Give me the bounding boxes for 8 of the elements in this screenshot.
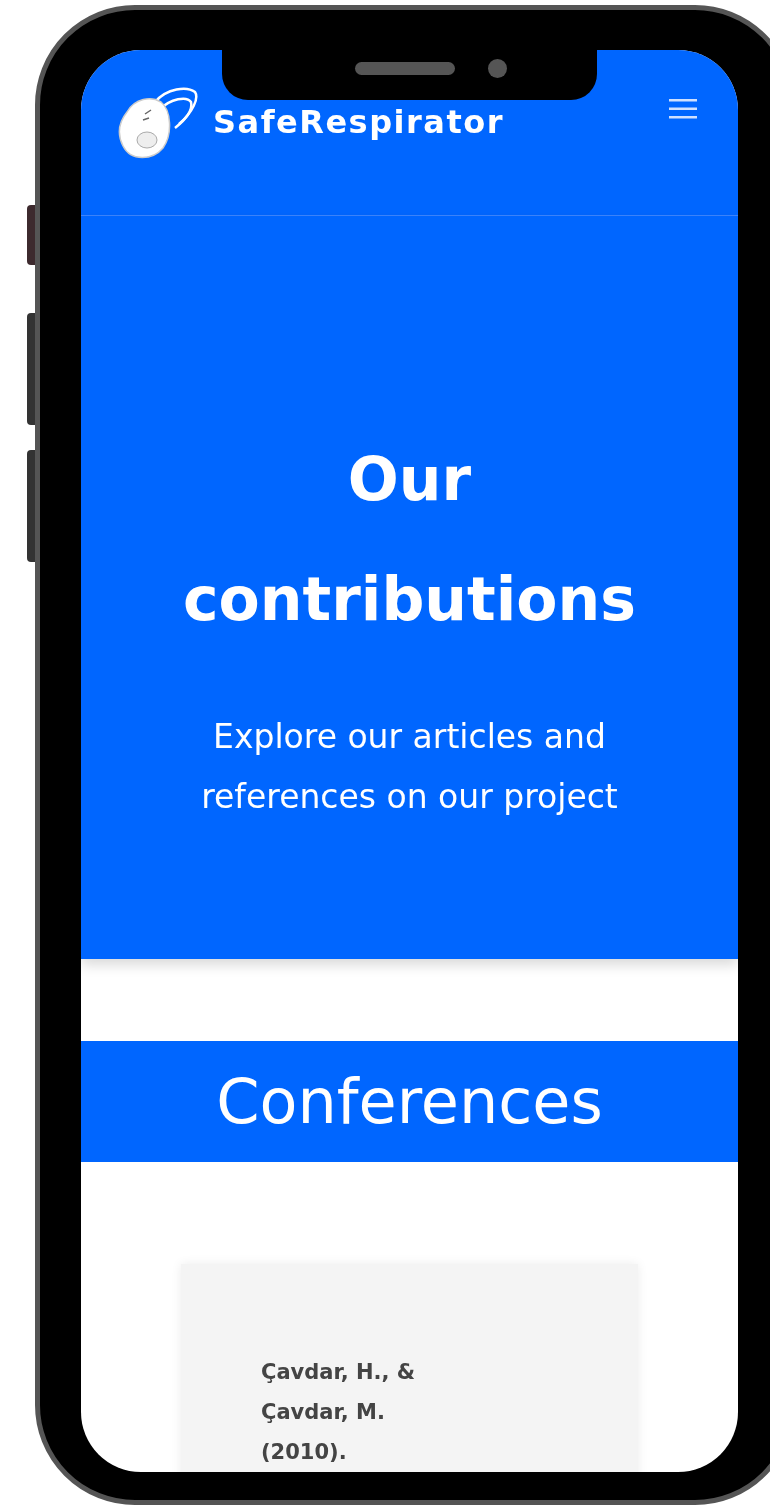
camera-icon xyxy=(488,59,507,78)
section-heading: Conferences xyxy=(81,1041,738,1162)
hero-title: Our contributions xyxy=(182,442,637,636)
brand-name[interactable]: SafeRespirator xyxy=(213,103,504,141)
menu-icon[interactable] xyxy=(669,98,697,120)
reference-text: Çavdar, H., & Çavdar, M. (2010). xyxy=(261,1359,417,1466)
speaker-icon xyxy=(355,62,455,75)
hero-subtitle: Explore our articles and references on our project xyxy=(200,715,619,818)
